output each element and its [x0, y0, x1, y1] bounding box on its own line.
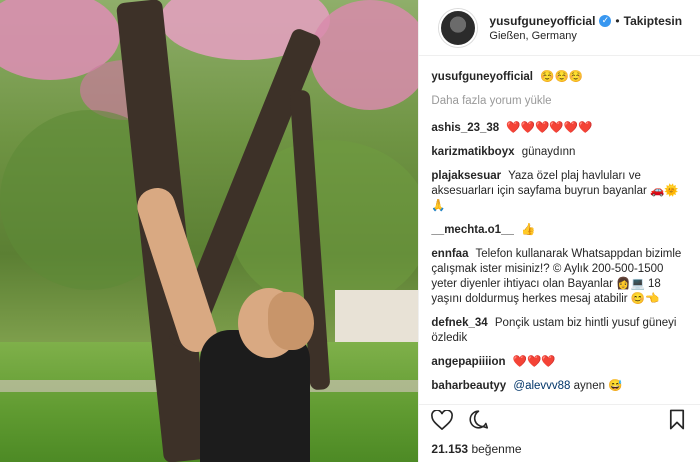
heart-icon[interactable] [431, 409, 454, 431]
comment-icon[interactable] [467, 409, 489, 431]
comment-item: __mechta.o1__ 👍 [431, 223, 688, 238]
comment-item: karizmatikboyx günaydınn [431, 145, 688, 160]
comment-mention[interactable]: @alevvv88 [513, 380, 570, 392]
comment-username[interactable]: ennfaa [431, 248, 468, 260]
post-sidebar: yusufguneyofficial ✓ • Takiptesin Gießen… [418, 0, 700, 462]
avatar[interactable] [439, 8, 478, 47]
comment-username[interactable]: plajaksesuar [431, 170, 501, 182]
comment-username[interactable]: ashis_23_38 [431, 122, 499, 134]
likes-number: 21.153 [431, 442, 469, 456]
comment-text: Telefon kullanarak Whatsappdan bizimle ç… [431, 248, 682, 305]
comment-username[interactable]: angepapiiiion [431, 356, 505, 368]
post-photo[interactable] [0, 0, 419, 462]
comment-item: angepapiiiion ❤️❤️❤️ [431, 355, 688, 370]
comment-item: ennfaa Telefon kullanarak Whatsappdan bi… [431, 247, 688, 307]
load-more-comments-button[interactable]: Daha fazla yorum yükle [431, 94, 688, 109]
header-info: yusufguneyofficial ✓ • Takiptesin Gießen… [489, 14, 682, 42]
comments-list: yusufguneyofficial ☺️☺️☺️ Daha fazla yor… [419, 56, 700, 462]
caption: yusufguneyofficial ☺️☺️☺️ [431, 70, 688, 85]
username-link[interactable]: yusufguneyofficial [489, 14, 595, 28]
comment-text: ❤️❤️❤️❤️❤️❤️ [506, 122, 593, 134]
header-row: yusufguneyofficial ✓ • Takiptesin [489, 14, 682, 28]
post-header: yusufguneyofficial ✓ • Takiptesin Gießen… [419, 0, 700, 56]
likes-count[interactable]: 21.153 beğenme [431, 442, 521, 456]
likes-label: beğenme [471, 442, 522, 456]
background-building [335, 290, 419, 350]
instagram-post: yusufguneyofficial ✓ • Takiptesin Gießen… [0, 0, 700, 462]
comment-item: baharbeautyy @alevvv88 aynen 😅 [431, 379, 688, 394]
caption-text: ☺️☺️☺️ [540, 71, 584, 83]
separator-dot: • [615, 13, 620, 28]
caption-username[interactable]: yusufguneyofficial [431, 71, 533, 83]
comment-text: günaydınn [521, 146, 576, 158]
action-bar [419, 404, 700, 434]
following-button[interactable]: Takiptesin [624, 14, 682, 28]
comment-item: ashis_23_38 ❤️❤️❤️❤️❤️❤️ [431, 121, 688, 136]
comment-username[interactable]: baharbeautyy [431, 380, 506, 392]
comment-item: plajaksesuar Yaza özel plaj havluları ve… [431, 169, 688, 214]
blossom-cluster [310, 0, 419, 110]
comment-text: aynen 😅 [573, 380, 623, 392]
comment-text: ❤️❤️❤️ [512, 356, 556, 368]
comment-username[interactable]: karizmatikboyx [431, 146, 514, 158]
comment-text: 👍 [521, 224, 536, 236]
comment-username[interactable]: defnek_34 [431, 317, 487, 329]
verified-badge-icon: ✓ [599, 14, 612, 27]
bookmark-icon[interactable] [666, 409, 688, 431]
comment-item: defnek_34 Ponçik ustam biz hintli yusuf … [431, 316, 688, 346]
location-link[interactable]: Gießen, Germany [489, 30, 682, 42]
comment-username[interactable]: __mechta.o1__ [431, 224, 513, 236]
